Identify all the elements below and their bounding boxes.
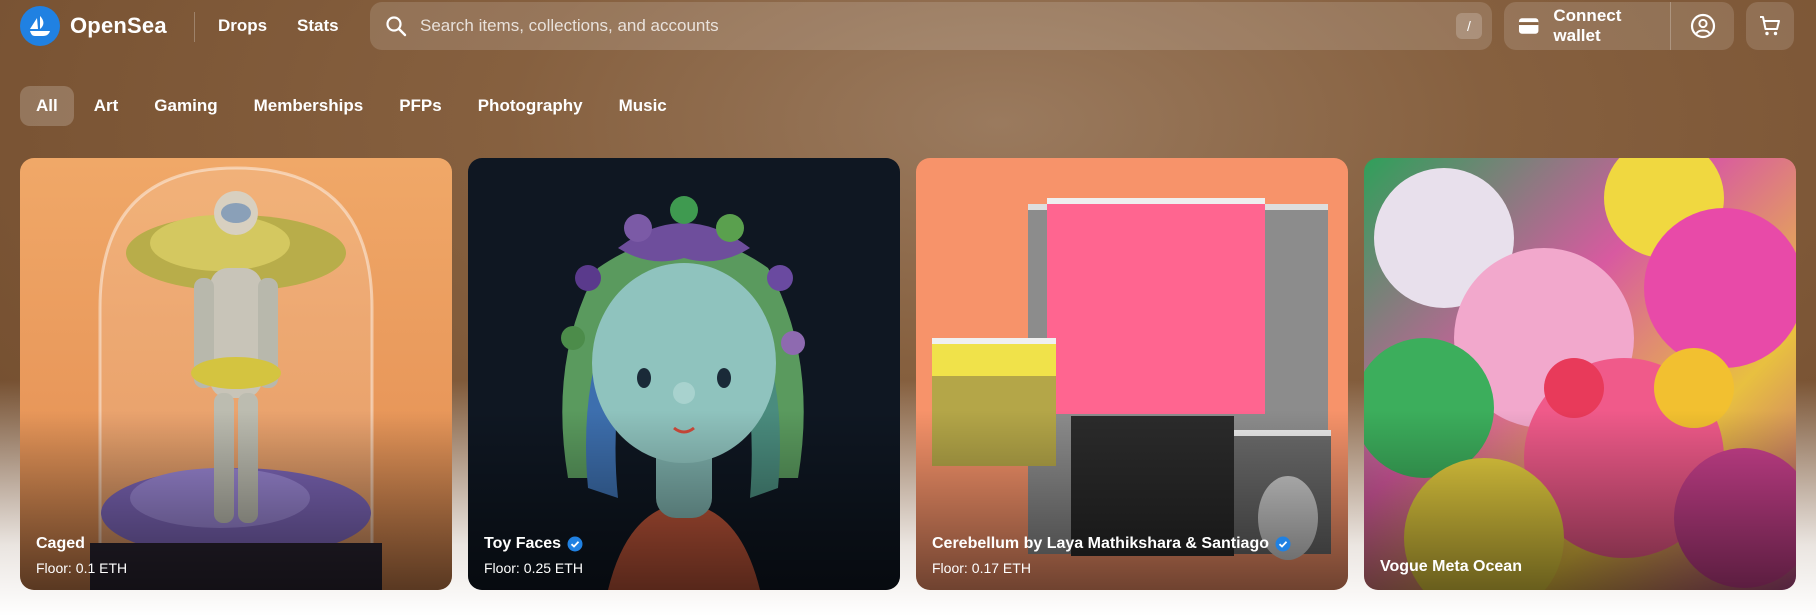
- tab-pfps[interactable]: PFPs: [383, 86, 458, 126]
- search-input[interactable]: [418, 15, 1456, 37]
- tab-all[interactable]: All: [20, 86, 74, 126]
- cart-icon: [1760, 16, 1780, 36]
- tab-photography[interactable]: Photography: [462, 86, 599, 126]
- tab-gaming[interactable]: Gaming: [138, 86, 233, 126]
- category-tabs: All Art Gaming Memberships PFPs Photogra…: [20, 86, 683, 126]
- card-title: Toy Faces: [484, 535, 583, 553]
- nav-drops-link[interactable]: Drops: [218, 16, 267, 36]
- app-name: OpenSea: [70, 13, 167, 38]
- search-bar[interactable]: /: [370, 2, 1492, 50]
- card-floor-price: Floor: 0.25 ETH: [484, 560, 583, 576]
- verified-badge-icon: [567, 536, 583, 552]
- wallet-icon: [1518, 18, 1539, 34]
- nav-stats-link[interactable]: Stats: [297, 16, 339, 36]
- card-floor-price: Floor: 0.17 ETH: [932, 560, 1031, 576]
- opensea-ship-icon: [20, 6, 60, 46]
- header-divider: [194, 12, 195, 42]
- tab-music[interactable]: Music: [603, 86, 683, 126]
- top-header: OpenSea Drops Stats / Connect wallet: [0, 0, 1816, 52]
- connect-wallet-label: Connect wallet: [1553, 6, 1622, 45]
- collection-card-cerebellum[interactable]: Cerebellum by Laya Mathikshara & Santiag…: [916, 158, 1348, 590]
- verified-badge-icon: [1275, 536, 1291, 552]
- card-title: Caged: [36, 535, 85, 552]
- collection-card-caged[interactable]: Caged Floor: 0.1 ETH: [20, 158, 452, 590]
- tab-art[interactable]: Art: [78, 86, 135, 126]
- card-floor-price: Floor: 0.1 ETH: [36, 560, 128, 576]
- account-icon: [1690, 13, 1715, 39]
- collection-card-toy-faces[interactable]: Toy Faces Floor: 0.25 ETH: [468, 158, 900, 590]
- account-button[interactable]: [1671, 2, 1734, 50]
- opensea-logo-link[interactable]: OpenSea: [20, 6, 167, 46]
- tab-memberships[interactable]: Memberships: [238, 86, 380, 126]
- search-shortcut-badge: /: [1456, 13, 1482, 39]
- card-title: Cerebellum by Laya Mathikshara & Santiag…: [932, 535, 1291, 553]
- card-title: Vogue Meta Ocean: [1380, 558, 1522, 575]
- collection-card-vogue-meta-ocean[interactable]: Vogue Meta Ocean: [1364, 158, 1796, 590]
- search-icon: [386, 16, 407, 37]
- cart-button[interactable]: [1746, 2, 1794, 50]
- wallet-group: Connect wallet: [1504, 2, 1734, 50]
- connect-wallet-button[interactable]: Connect wallet: [1504, 2, 1670, 50]
